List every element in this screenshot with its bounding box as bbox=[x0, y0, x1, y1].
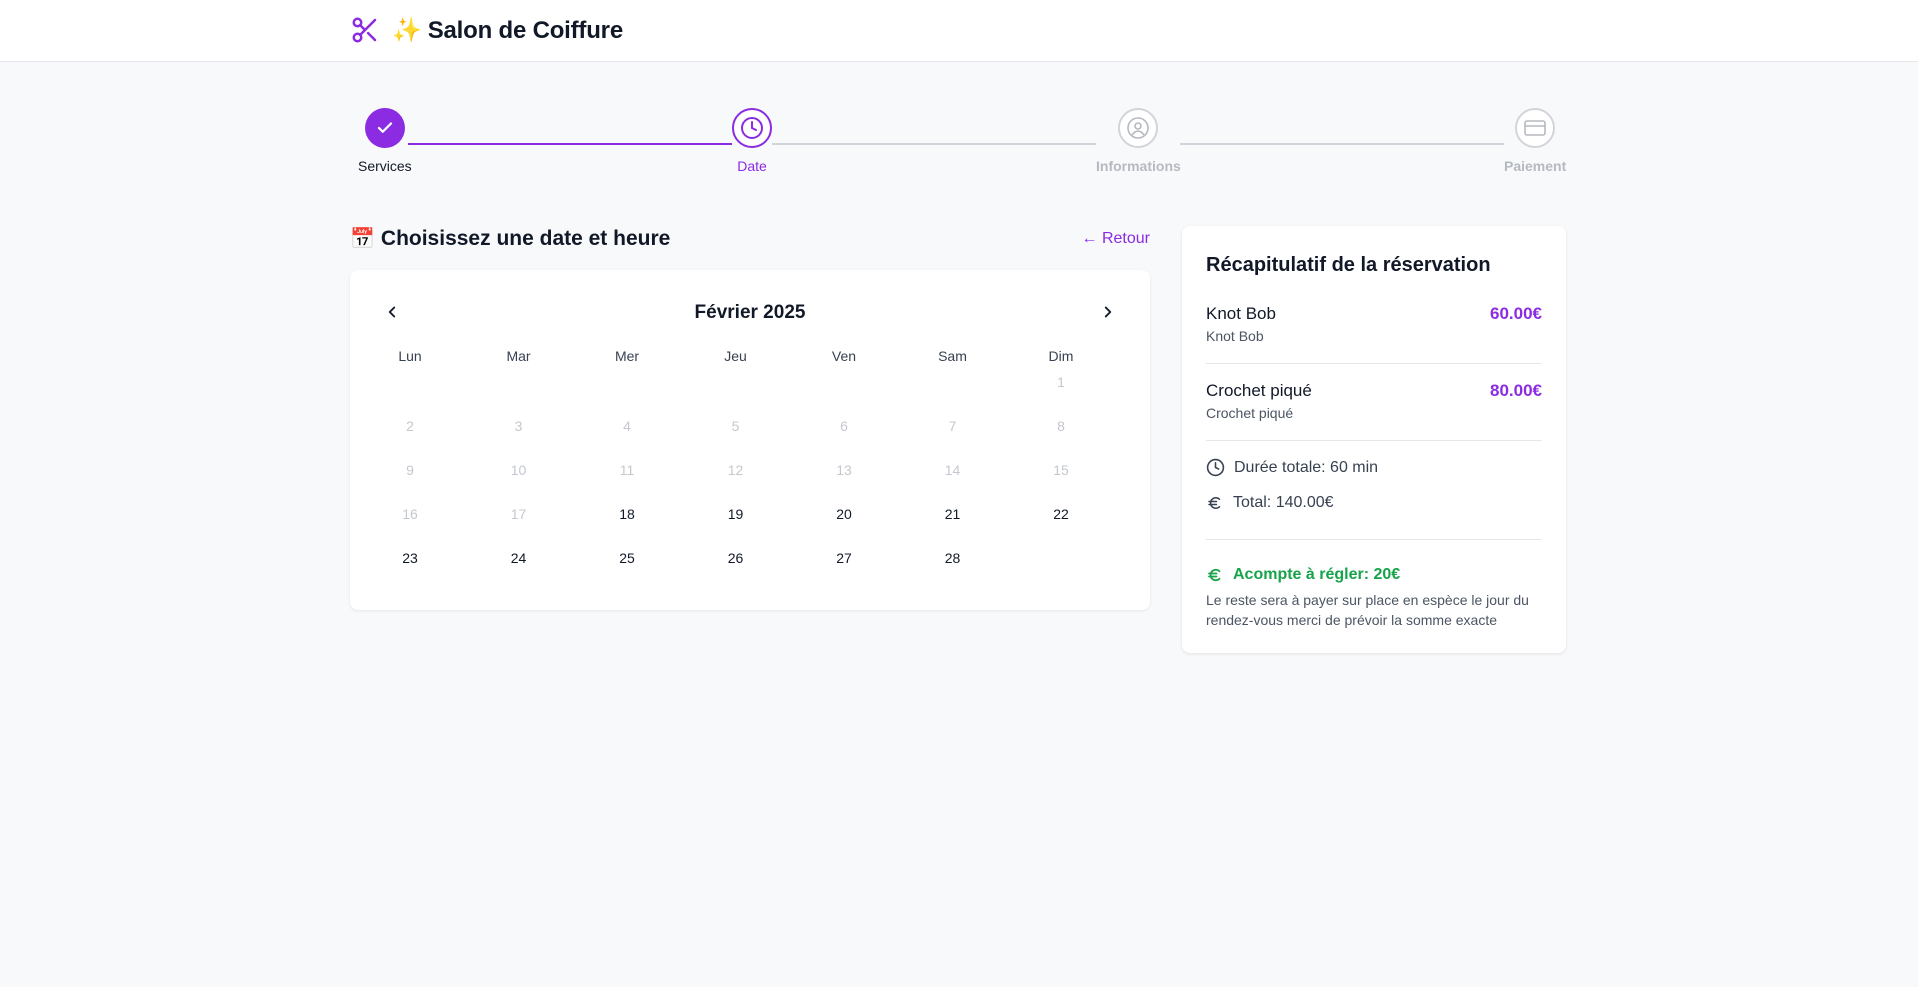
brand[interactable]: ✨ Salon de Coiffure bbox=[350, 14, 623, 46]
service-subtitle: Crochet piqué bbox=[1206, 405, 1294, 421]
deposit-amount-text: Acompte à régler: 20€ bbox=[1233, 566, 1401, 583]
calendar-day[interactable]: 19 bbox=[686, 503, 786, 525]
calendar-day-disabled: 15 bbox=[1053, 462, 1069, 478]
deposit-amount: Acompte à régler: 20€ bbox=[1206, 566, 1400, 584]
calendar-day[interactable]: 18 bbox=[577, 503, 677, 525]
calendar-day[interactable]: 20 bbox=[794, 503, 894, 525]
stepper-connector-1 bbox=[408, 143, 732, 145]
service-name: Knot Bob bbox=[1206, 304, 1276, 323]
step-date-label: Date bbox=[737, 158, 767, 174]
calendar-day-disabled: 5 bbox=[731, 418, 740, 434]
calendar-day-disabled: 10 bbox=[510, 462, 527, 478]
stepper-connector-2 bbox=[772, 143, 1096, 145]
sparkle-icon: ✨ bbox=[392, 16, 422, 44]
calendar-day-disabled: 1 bbox=[1057, 374, 1065, 390]
calendar-day-disabled: 3 bbox=[514, 418, 523, 434]
service-name: Crochet piqué bbox=[1206, 381, 1312, 400]
chevron-right-icon bbox=[1104, 306, 1112, 318]
calendar-day-disabled: 2 bbox=[406, 418, 414, 434]
step-services-circle bbox=[364, 108, 405, 148]
app-title-text: Salon de Coiffure bbox=[427, 16, 623, 44]
booking-summary: Récapitulatif de la réservation Knot Bob… bbox=[1182, 226, 1566, 653]
step-paiement-circle bbox=[1515, 108, 1556, 148]
calendar-day-disabled: 6 bbox=[840, 418, 848, 434]
calendar-day[interactable]: 28 bbox=[903, 547, 1003, 569]
step-informations[interactable]: Informations bbox=[1096, 108, 1181, 174]
calendar-day[interactable]: 21 bbox=[903, 503, 1003, 525]
calendar-day-disabled: 17 bbox=[510, 506, 527, 522]
step-services-label: Services bbox=[358, 158, 412, 174]
weekday-header: Mar bbox=[506, 348, 531, 364]
calendar-day[interactable]: 25 bbox=[577, 547, 677, 569]
weekday-header: Mer bbox=[614, 348, 640, 364]
section-title-text: Choisissez une date et heure bbox=[380, 226, 671, 250]
stepper-connector-3 bbox=[1180, 143, 1504, 145]
calendar-card: Février 2025 Lun Mar Mer Jeu Ven Sam Dim 1 2 3 4 5 6… bbox=[350, 270, 1150, 610]
euro-icon bbox=[1208, 568, 1221, 582]
service-price: 80.00€ bbox=[1490, 381, 1542, 400]
service-price: 60.00€ bbox=[1490, 304, 1542, 323]
calendar-emoji-icon: 📅 bbox=[350, 228, 375, 250]
app-header: ✨ Salon de Coiffure bbox=[0, 0, 1918, 62]
total-price-text: Total: 140.00€ bbox=[1233, 494, 1334, 511]
clock-icon bbox=[1206, 458, 1225, 477]
calendar-day-disabled: 14 bbox=[944, 462, 961, 478]
calendar-day-disabled: 4 bbox=[623, 418, 631, 434]
total-price: Total: 140.00€ bbox=[1206, 494, 1334, 512]
calendar-day-disabled: 12 bbox=[727, 462, 744, 478]
summary-service-row: Crochet piqué Crochet piqué 80.00€ bbox=[1206, 381, 1542, 441]
service-subtitle: Knot Bob bbox=[1206, 328, 1264, 344]
summary-service-row: Knot Bob Knot Bob 60.00€ bbox=[1206, 304, 1542, 364]
calendar-day[interactable]: 23 bbox=[360, 547, 460, 569]
deposit-note: Le reste sera à payer sur place en espèc… bbox=[1206, 592, 1529, 628]
weekday-header: Dim bbox=[1048, 348, 1074, 364]
calendar-day[interactable]: 26 bbox=[686, 547, 786, 569]
calendar-month-title: Février 2025 bbox=[694, 302, 806, 323]
calendar-day-disabled: 16 bbox=[402, 506, 418, 522]
step-services[interactable]: Services bbox=[358, 108, 412, 174]
calendar-day-disabled: 8 bbox=[1057, 418, 1065, 434]
weekday-header: Lun bbox=[398, 348, 422, 364]
section-title: 📅 Choisissez une date et heure bbox=[350, 226, 670, 251]
weekday-header: Sam bbox=[938, 348, 967, 364]
step-informations-label: Informations bbox=[1096, 158, 1181, 174]
euro-icon bbox=[1208, 497, 1221, 509]
step-date-circle bbox=[732, 108, 772, 148]
calendar-day-disabled: 9 bbox=[406, 462, 414, 478]
user-icon bbox=[1127, 117, 1150, 139]
calendar-day[interactable]: 27 bbox=[794, 547, 894, 569]
weekday-header: Ven bbox=[831, 348, 857, 364]
total-duration: Durée totale: 60 min bbox=[1206, 458, 1378, 477]
summary-title: Récapitulatif de la réservation bbox=[1206, 254, 1491, 276]
total-duration-text: Durée totale: 60 min bbox=[1234, 458, 1379, 476]
next-month-button[interactable] bbox=[1096, 300, 1120, 324]
calendar-day[interactable]: 24 bbox=[469, 547, 569, 569]
step-paiement[interactable]: Paiement bbox=[1504, 108, 1566, 174]
clock-icon bbox=[741, 117, 763, 139]
calendar-day-disabled: 11 bbox=[619, 462, 635, 478]
check-icon bbox=[377, 122, 392, 133]
back-link[interactable]: ← Retour bbox=[1080, 230, 1150, 248]
step-informations-circle bbox=[1118, 108, 1159, 148]
step-date[interactable]: Date bbox=[732, 108, 772, 174]
summary-divider bbox=[1206, 539, 1542, 540]
app-title: ✨ Salon de Coiffure bbox=[392, 16, 623, 45]
booking-stepper: Services Date Informations Paiement bbox=[350, 108, 1566, 178]
calendar-day-disabled: 7 bbox=[948, 418, 957, 434]
scissors-icon bbox=[352, 17, 377, 43]
credit-card-icon bbox=[1524, 120, 1546, 136]
weekday-header: Jeu bbox=[724, 348, 747, 364]
calendar-day[interactable]: 22 bbox=[1011, 503, 1111, 525]
step-paiement-label: Paiement bbox=[1504, 158, 1567, 174]
calendar-day-disabled: 13 bbox=[836, 462, 852, 478]
